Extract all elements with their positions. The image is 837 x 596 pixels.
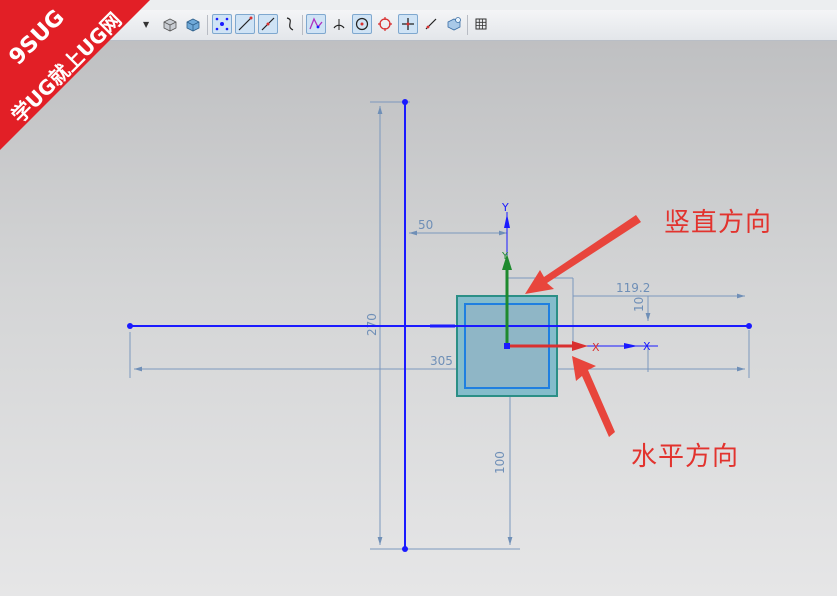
datum-x-label: X bbox=[592, 341, 600, 354]
dimension-50[interactable]: 50 bbox=[418, 218, 433, 232]
dimension-10[interactable]: 10 bbox=[632, 297, 646, 312]
horizontal-direction-callout: 水平方向 bbox=[631, 442, 740, 472]
dimension-270[interactable]: 270 bbox=[365, 313, 379, 336]
sketch-x-arrowhead-icon bbox=[624, 343, 638, 349]
dimension-119-2[interactable]: 119.2 bbox=[616, 281, 650, 295]
dimension-305[interactable]: 305 bbox=[430, 354, 453, 368]
datum-y-label: Y bbox=[501, 251, 509, 262]
dimension-100[interactable]: 100 bbox=[493, 451, 507, 474]
vertical-direction-callout: 竖直方向 bbox=[664, 208, 773, 238]
datum-x-arrowhead-icon bbox=[572, 341, 588, 351]
datum-origin-icon[interactable] bbox=[504, 343, 510, 349]
sketch-y-label: Y bbox=[501, 201, 509, 214]
horizontal-direction-arrow-icon bbox=[572, 356, 615, 437]
sketch-y-arrowhead-icon bbox=[504, 214, 510, 228]
sketch-x-label: X bbox=[643, 340, 651, 353]
watermark-banner: 9SUG 学UG就上UG网 bbox=[0, 0, 150, 150]
